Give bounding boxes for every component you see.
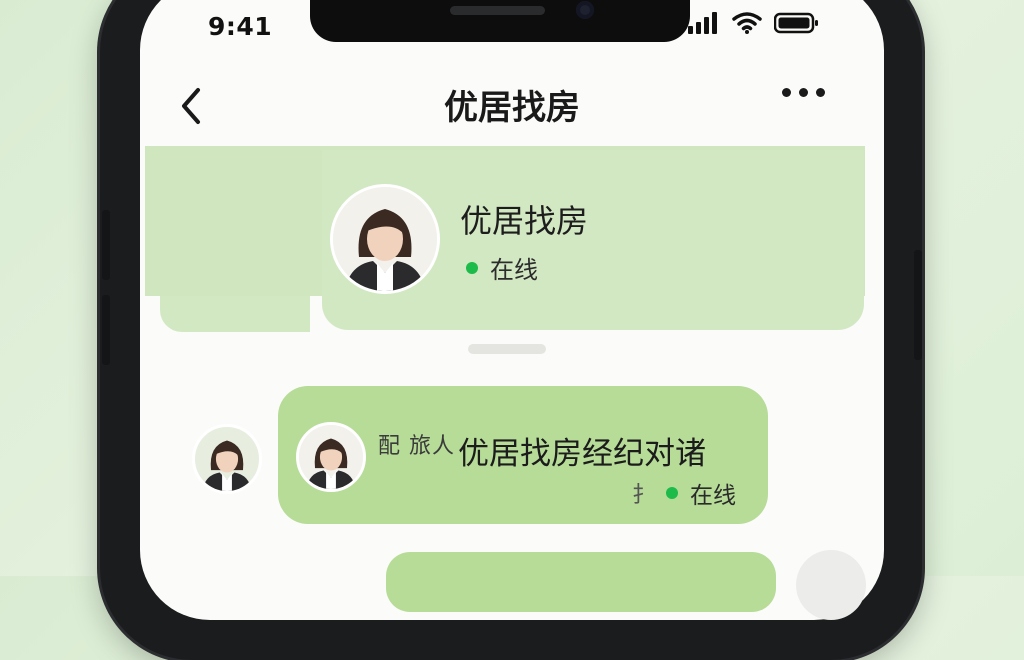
message-garbled-prefix: 配 旅人 [378,434,455,459]
volume-down-button [102,295,110,365]
more-icon[interactable] [782,88,825,97]
profile-name: 优居找房 [460,202,589,240]
bubble-avatar [296,422,366,492]
battery-icon [774,12,818,34]
profile-band-tail [160,296,310,332]
wifi-icon [732,12,762,34]
action-button[interactable] [796,550,866,620]
status-icons [688,10,820,36]
message-online-status: 扌 在线 [632,476,736,510]
agent-avatar[interactable] [330,184,440,294]
more-dot [782,88,791,97]
sender-avatar[interactable] [192,424,262,494]
power-button [914,250,922,360]
more-dot [816,88,825,97]
profile-online-status: 在线 [466,250,538,285]
agent-portrait-icon [333,187,437,291]
page-title: 优居找房 [444,88,580,128]
speaker-grille [450,6,545,15]
sender-portrait-icon [195,427,259,491]
message-text: 优居找房经纪对诸 [458,436,706,472]
online-dot-icon [666,487,679,499]
bubble-portrait-icon [299,425,363,489]
message-status-label: 在线 [690,483,737,509]
front-camera [576,1,594,19]
signal-icon [688,12,717,34]
more-dot [799,88,808,97]
message-status-glyph: 扌 [632,483,655,508]
online-dot-icon [466,261,478,274]
volume-up-button [102,210,110,280]
notch [310,0,690,42]
status-time: 9:41 [208,12,273,41]
profile-status-label: 在线 [490,256,538,284]
next-message-bubble[interactable] [386,552,776,612]
drag-handle[interactable] [468,344,546,354]
